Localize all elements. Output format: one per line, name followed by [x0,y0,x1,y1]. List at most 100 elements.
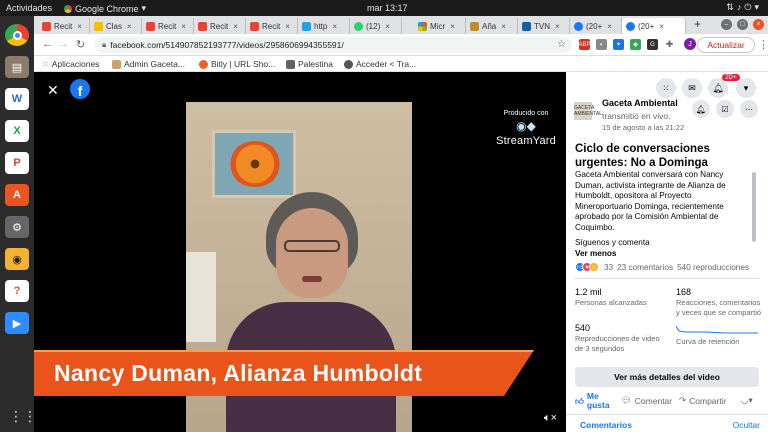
audience-selector[interactable]: ◡▾ [741,395,753,406]
browser-tab[interactable]: (20+ × [570,18,622,34]
maximize-button[interactable]: □ [737,19,748,30]
bookmark-item[interactable]: Bitly | URL Sho... [199,59,275,69]
bookmark-item[interactable]: Acceder < Tra... [344,59,416,69]
browser-tab[interactable]: Recit × [246,18,298,34]
close-icon[interactable]: × [555,22,560,31]
account-chevron-icon[interactable]: ▾ [736,78,756,98]
close-icon[interactable]: ✕ [47,82,59,99]
like-button[interactable]: 👍︎ Me gusta [575,392,615,410]
close-icon[interactable]: × [233,22,238,31]
writer-icon[interactable]: W [5,88,29,110]
close-icon[interactable]: × [77,22,82,31]
bookmark-item[interactable]: Admin Gaceta... [112,59,185,69]
share-button[interactable]: ↷ Compartir [679,395,726,406]
close-icon[interactable]: × [285,22,290,31]
close-icon[interactable]: × [450,22,455,31]
browser-tab-active[interactable]: (20+ × [622,18,686,34]
share-icon: ↷ [679,395,687,405]
views-count: 540 reproducciones [677,262,750,272]
post-timestamp[interactable]: 15 de agosto a las 21:22 [602,123,684,132]
rhythmbox-icon[interactable]: ◉ [5,248,29,270]
extension-icon[interactable]: ✦ [613,39,624,50]
extension-icon[interactable]: ABP [579,39,591,50]
puzzle-icon[interactable]: ✚ [664,39,675,50]
browser-tab[interactable]: Recit × [194,18,246,34]
system-tray[interactable]: ⇅♪⏻▾ [726,2,762,13]
files-icon[interactable]: ▤ [5,56,29,78]
video-player[interactable]: ✕ f Producido con ◉◆ StreamYard Nancy Du… [34,72,566,432]
stat-plays: 540 Reproducciones de video de 3 segundo… [575,322,670,353]
reaction-summary[interactable]: 👍︎ ♥ ☺ 33 23 comentarios 540 reproduccione… [575,262,765,272]
network-icon: ⇅ [726,2,737,12]
close-icon[interactable]: × [385,22,390,31]
comments-tab[interactable]: Comentarios [580,420,632,430]
settings-icon[interactable]: ⚙ [5,216,29,238]
app-menu[interactable]: Google Chrome ▾ [64,3,146,14]
browser-tab[interactable]: http × [298,18,350,34]
extension-icon[interactable]: ◆ [630,39,641,50]
extension-icon[interactable]: ◐ [596,39,607,50]
checkbox-icon[interactable]: ☑ [716,100,734,118]
menu-grid-icon[interactable]: ⁙ [656,78,676,98]
software-icon[interactable]: A [5,184,29,206]
close-icon[interactable]: × [607,22,612,31]
speaker [226,192,396,432]
close-icon[interactable]: × [332,22,337,31]
url-text: facebook.com/514907852193777/videos/2958… [110,40,344,50]
bookmark-item[interactable]: Palestina [286,59,333,69]
close-icon[interactable]: × [659,22,664,31]
close-window-button[interactable]: × [753,19,764,30]
close-icon[interactable]: × [501,22,506,31]
page-name-link[interactable]: Gaceta Ambiental [602,98,678,108]
page-avatar[interactable]: GACETA AMBIENTAL [574,102,602,120]
show-apps-icon[interactable]: ⋮⋮ [9,408,37,425]
browser-tab[interactable]: (12) × [350,18,402,34]
scrollbar[interactable] [752,172,756,242]
chrome-launcher-icon[interactable] [5,24,29,46]
activities-button[interactable]: Actividades [6,3,52,13]
browser-tab[interactable]: Aña × [466,18,518,34]
volume-icon[interactable]: 🔈︎× [544,412,557,425]
more-details-button[interactable]: Ver más detalles del video [575,367,759,387]
close-icon[interactable]: × [127,22,132,31]
clock[interactable]: mar 13:17 [367,3,408,13]
back-button[interactable]: ← [42,38,53,50]
profile-avatar[interactable]: J [684,38,696,50]
browser-tab[interactable]: Clas × [90,18,142,34]
chevron-down-icon: ▾ [141,3,147,13]
messenger-icon[interactable]: ✉ [682,78,702,98]
browser-tab[interactable]: Recit × [142,18,194,34]
more-options-icon[interactable]: ⋯ [740,100,758,118]
minimize-button[interactable]: – [721,19,732,30]
facebook-logo-icon[interactable]: f [70,79,90,99]
bell-icon[interactable]: 🔔︎ [692,100,710,118]
impress-icon[interactable]: P [5,152,29,174]
comment-button[interactable]: 💬︎ Comentar [621,395,672,406]
browser-tab[interactable]: Recit × [38,18,90,34]
extension-icon[interactable]: G [647,39,658,50]
browser-tab[interactable]: TVN × [518,18,570,34]
close-icon[interactable]: × [181,22,186,31]
tab-favicon-icon [94,21,103,31]
stat-reach-label: Personas alcanzadas [575,298,647,307]
chevron-down-icon: ▾ [754,2,762,12]
comments-count[interactable]: 23 comentarios [617,263,673,272]
see-less-link[interactable]: Ver menos [575,249,616,258]
zoom-icon[interactable]: ▶ [5,312,29,334]
bookmark-star-icon[interactable]: ☆ [557,39,566,50]
menu-icon[interactable]: ⋮ [758,38,768,51]
bell-icon[interactable]: 🔔︎ [708,78,728,98]
forward-button[interactable]: → [58,38,69,50]
calc-icon[interactable]: X [5,120,29,142]
help-icon[interactable]: ? [5,280,29,302]
bookmark-apps[interactable]: ⁙ Aplicaciones [42,59,99,69]
comments-hide-link[interactable]: Ocultar [733,420,760,430]
browser-tab[interactable]: Micr × [414,18,466,34]
omnibox[interactable]: 🔒︎ facebook.com/514907852193777/videos/2… [94,37,572,53]
new-tab-button[interactable]: + [694,17,701,31]
update-button[interactable]: Actualizar [697,37,755,53]
care-icon: ☺ [589,262,599,272]
tab-favicon-icon [146,21,155,31]
window-controls: – □ × [721,19,764,30]
reload-button[interactable]: ↻ [76,38,85,51]
